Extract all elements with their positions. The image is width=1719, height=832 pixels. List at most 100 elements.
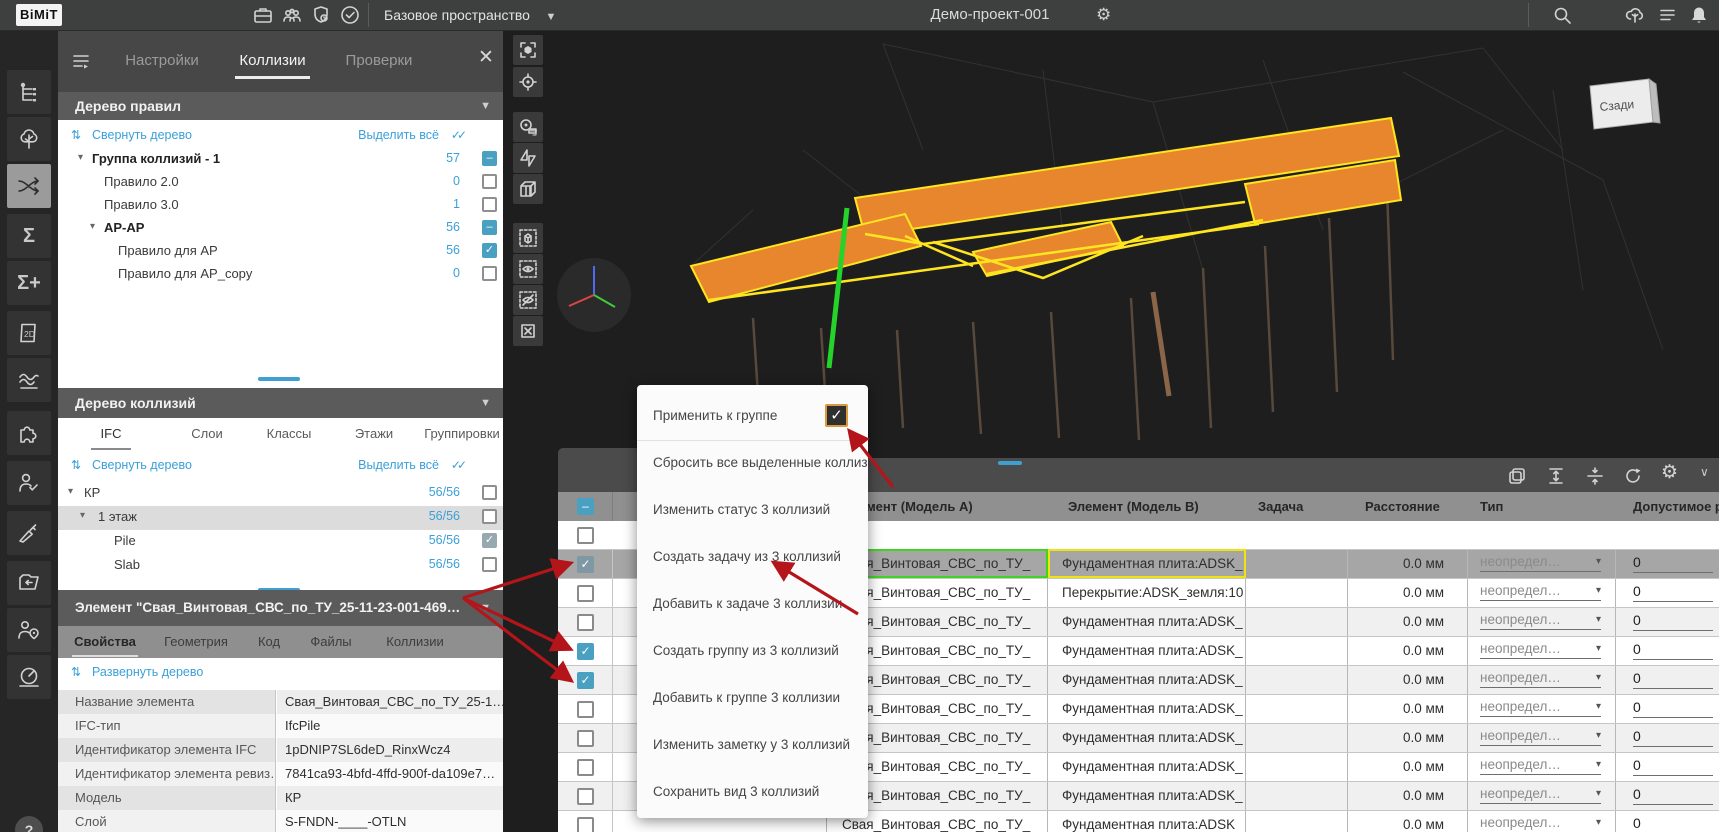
tree-row[interactable]: Slab56/56 — [58, 554, 503, 578]
menu-item-add-to-group[interactable]: Добавить к группе 3 коллизии — [637, 675, 868, 722]
notifications-bell-icon[interactable] — [1688, 4, 1710, 26]
locate-button[interactable] — [513, 67, 543, 97]
expand-tree-link[interactable]: Развернуть дерево — [92, 665, 203, 679]
expand-tree-icon[interactable]: ⇅ — [71, 665, 81, 679]
model-tree-icon[interactable] — [7, 117, 51, 161]
allowed-input[interactable]: 0 — [1633, 612, 1713, 631]
element-header[interactable]: Элемент "Свая_Винтовая_СВС_по_ТУ_25-11-2… — [58, 590, 503, 626]
tab-settings[interactable]: Настройки — [121, 46, 203, 76]
select-all-link[interactable]: Выделить всё — [358, 458, 439, 472]
allowed-input[interactable]: 0 — [1633, 641, 1713, 660]
apply-to-group-checkbox[interactable]: ✓ — [825, 404, 848, 427]
tab-geometry[interactable]: Геометрия — [160, 630, 232, 655]
checkbox-indeterminate[interactable]: – — [482, 151, 497, 166]
hierarchy-icon[interactable] — [7, 70, 51, 114]
row-checkbox[interactable] — [577, 527, 594, 544]
chart-icon[interactable] — [7, 358, 51, 402]
check-circle-icon[interactable] — [339, 4, 361, 26]
checkbox-unchecked[interactable] — [482, 266, 497, 281]
tree-row[interactable]: Pile56/56✓ — [58, 530, 503, 554]
nav-cube[interactable]: Сзади — [1590, 79, 1660, 129]
allowed-input[interactable]: 0 — [1633, 786, 1713, 805]
tab-layers[interactable]: Слои — [183, 422, 231, 448]
row-checkbox[interactable] — [577, 701, 594, 718]
workspace-selector[interactable]: Базовое пространство ▼ — [384, 0, 556, 30]
allowed-input[interactable]: 0 — [1633, 554, 1713, 573]
user-location-icon[interactable] — [7, 608, 51, 652]
sum-icon[interactable]: Σ — [7, 214, 51, 258]
tab-files[interactable]: Файлы — [308, 630, 354, 655]
panel-menu-icon[interactable] — [70, 50, 92, 72]
close-icon[interactable]: ✕ — [476, 48, 496, 68]
allowed-input[interactable]: 0 — [1633, 670, 1713, 689]
tree-row-selected[interactable]: ▾1 этаж56/56 — [58, 506, 503, 530]
tab-properties[interactable]: Свойства — [72, 630, 138, 657]
menu-item-change-status[interactable]: Изменить статус 3 коллизий — [637, 487, 868, 534]
tab-element-collisions[interactable]: Коллизии — [382, 630, 448, 655]
type-select[interactable]: неопредел…▾ — [1480, 612, 1601, 630]
col-allowed[interactable]: Допустимое ра — [1633, 499, 1719, 514]
tools-icon[interactable] — [7, 511, 51, 555]
splitter-handle[interactable] — [258, 377, 300, 381]
group-copy-icon[interactable] — [1506, 465, 1528, 487]
type-select[interactable]: неопредел…▾ — [1480, 641, 1601, 659]
projects-icon[interactable] — [252, 4, 274, 26]
checkbox-indeterminate[interactable]: – — [482, 220, 497, 235]
fit-view-button[interactable] — [513, 35, 543, 65]
row-checkbox[interactable] — [577, 817, 594, 832]
sum-plus-icon[interactable]: Σ+ — [7, 261, 51, 305]
rule-row[interactable]: Правило 3.01 — [58, 194, 503, 217]
col-task[interactable]: Задача — [1258, 499, 1346, 514]
row-checkbox[interactable] — [577, 585, 594, 602]
tab-checks[interactable]: Проверки — [340, 46, 418, 76]
collapse-panel-icon[interactable]: ∨ — [1700, 465, 1709, 479]
table-settings-icon[interactable]: ⚙ — [1661, 461, 1678, 484]
list-menu-icon[interactable] — [1656, 4, 1678, 26]
search-icon[interactable] — [1551, 4, 1573, 26]
allowed-input[interactable]: 0 — [1633, 757, 1713, 776]
row-checkbox[interactable] — [577, 730, 594, 747]
tab-ifc[interactable]: IFC — [91, 422, 131, 450]
tab-groupings[interactable]: Группировки — [422, 422, 502, 448]
rules-tree-header[interactable]: Дерево правил ▼ — [58, 92, 503, 120]
app-logo[interactable]: BiMiT — [16, 4, 62, 26]
caret-icon[interactable]: ▾ — [90, 221, 95, 232]
rule-row[interactable]: Правило для АР56✓ — [58, 240, 503, 263]
tab-code[interactable]: Код — [254, 630, 284, 655]
menu-item-edit-note[interactable]: Изменить заметку у 3 коллизий — [637, 722, 868, 769]
rule-row[interactable]: Правило 2.00 — [58, 171, 503, 194]
allowed-input[interactable]: 0 — [1633, 728, 1713, 747]
row-checkbox-checked[interactable]: ✓ — [577, 556, 594, 573]
rule-row[interactable]: Правило для АР_copy0 — [58, 263, 503, 286]
col-element-b[interactable]: Элемент (Модель B) — [1068, 499, 1243, 514]
property-row[interactable]: Название элементаСвая_Винтовая_СВС_по_ТУ… — [58, 690, 503, 714]
rule-group-row[interactable]: ▾Группа коллизий - 157– — [58, 148, 503, 171]
panel-resize-handle[interactable] — [998, 461, 1022, 465]
hide-button[interactable] — [513, 285, 543, 315]
collapse-tree-icon[interactable]: ⇅ — [71, 128, 81, 142]
tab-floors[interactable]: Этажи — [348, 422, 400, 448]
collapse-tree-link[interactable]: Свернуть дерево — [92, 458, 192, 472]
collapse-tree-link[interactable]: Свернуть дерево — [92, 128, 192, 142]
help-button[interactable]: ? — [15, 816, 43, 832]
team-icon[interactable] — [281, 4, 303, 26]
caret-icon[interactable]: ▾ — [78, 152, 83, 163]
allowed-input[interactable]: 0 — [1633, 815, 1713, 832]
type-select[interactable]: неопредел…▾ — [1480, 699, 1601, 717]
checkbox-grey-checked[interactable]: ✓ — [482, 533, 497, 548]
row-checkbox-checked[interactable]: ✓ — [577, 672, 594, 689]
2d-view-icon[interactable]: 2D — [7, 311, 51, 355]
menu-item-create-task[interactable]: Создать задачу из 3 коллизий — [637, 534, 868, 581]
user-check-icon[interactable] — [7, 461, 51, 505]
measure-button[interactable] — [513, 112, 543, 142]
double-check-icon[interactable]: ✓✓ — [451, 458, 463, 472]
deselect-button[interactable] — [513, 316, 543, 346]
section-plane-button[interactable] — [513, 143, 543, 173]
row-checkbox[interactable] — [577, 614, 594, 631]
checkbox-unchecked[interactable] — [482, 485, 497, 500]
collisions-icon[interactable] — [7, 164, 51, 208]
project-settings-icon[interactable]: ⚙ — [1096, 0, 1111, 30]
row-checkbox[interactable] — [577, 759, 594, 776]
col-type[interactable]: Тип — [1480, 499, 1610, 514]
checkbox-unchecked[interactable] — [482, 174, 497, 189]
